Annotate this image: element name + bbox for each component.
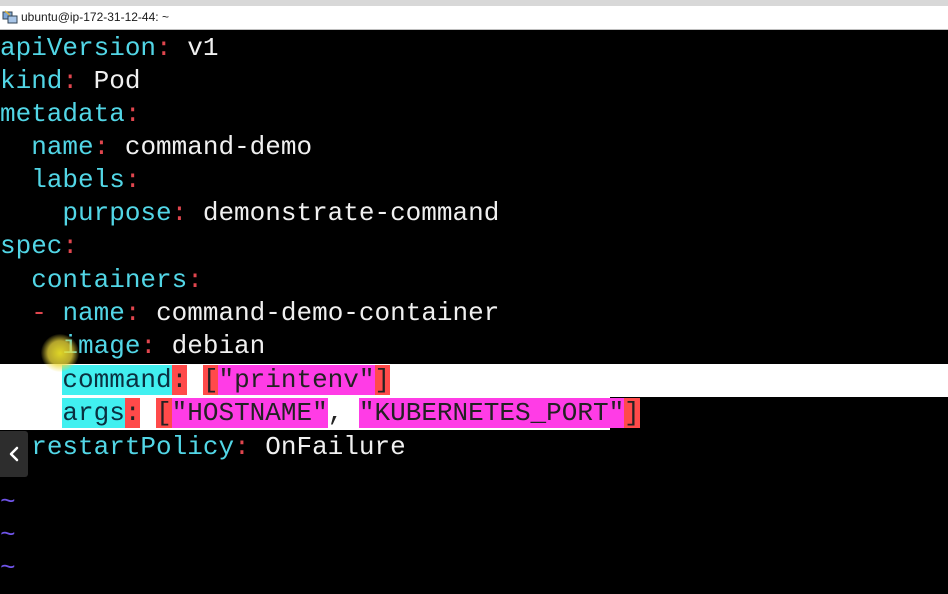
yaml-line-image: image: debian [62,331,266,361]
yaml-line-kind: kind: Pod [0,66,141,96]
yaml-line-metadata: metadata: [0,99,141,129]
yaml-line-name: name: command-demo [31,132,313,162]
empty-line-marker: ~ [0,487,16,517]
putty-icon [2,10,18,24]
yaml-line-labels: labels: [31,165,141,195]
terminal-area[interactable]: apiVersion: v1 kind: Pod metadata: name:… [0,30,948,594]
yaml-line-container-name: - name: command-demo-container [31,298,500,328]
yaml-line-spec: spec: [0,231,79,261]
title-bar: ubuntu@ip-172-31-12-44: ~ [0,6,948,30]
empty-line-marker: ~ [0,520,16,550]
chevron-left-icon [9,446,19,462]
yaml-line-containers: containers: [31,265,203,295]
yaml-line-command: command: ["printenv"] [62,365,391,395]
yaml-line-restartpolicy: restartPolicy: OnFailure [31,432,406,462]
window-title: ubuntu@ip-172-31-12-44: ~ [21,10,169,24]
collapse-panel-button[interactable] [0,431,28,477]
yaml-line-purpose: purpose: demonstrate-command [62,198,500,228]
yaml-line-apiversion: apiVersion: v1 [0,33,219,63]
yaml-line-args: args: ["HOSTNAME", "KUBERNETES_PORT"] [62,398,640,428]
empty-line-marker: ~ [0,553,16,583]
